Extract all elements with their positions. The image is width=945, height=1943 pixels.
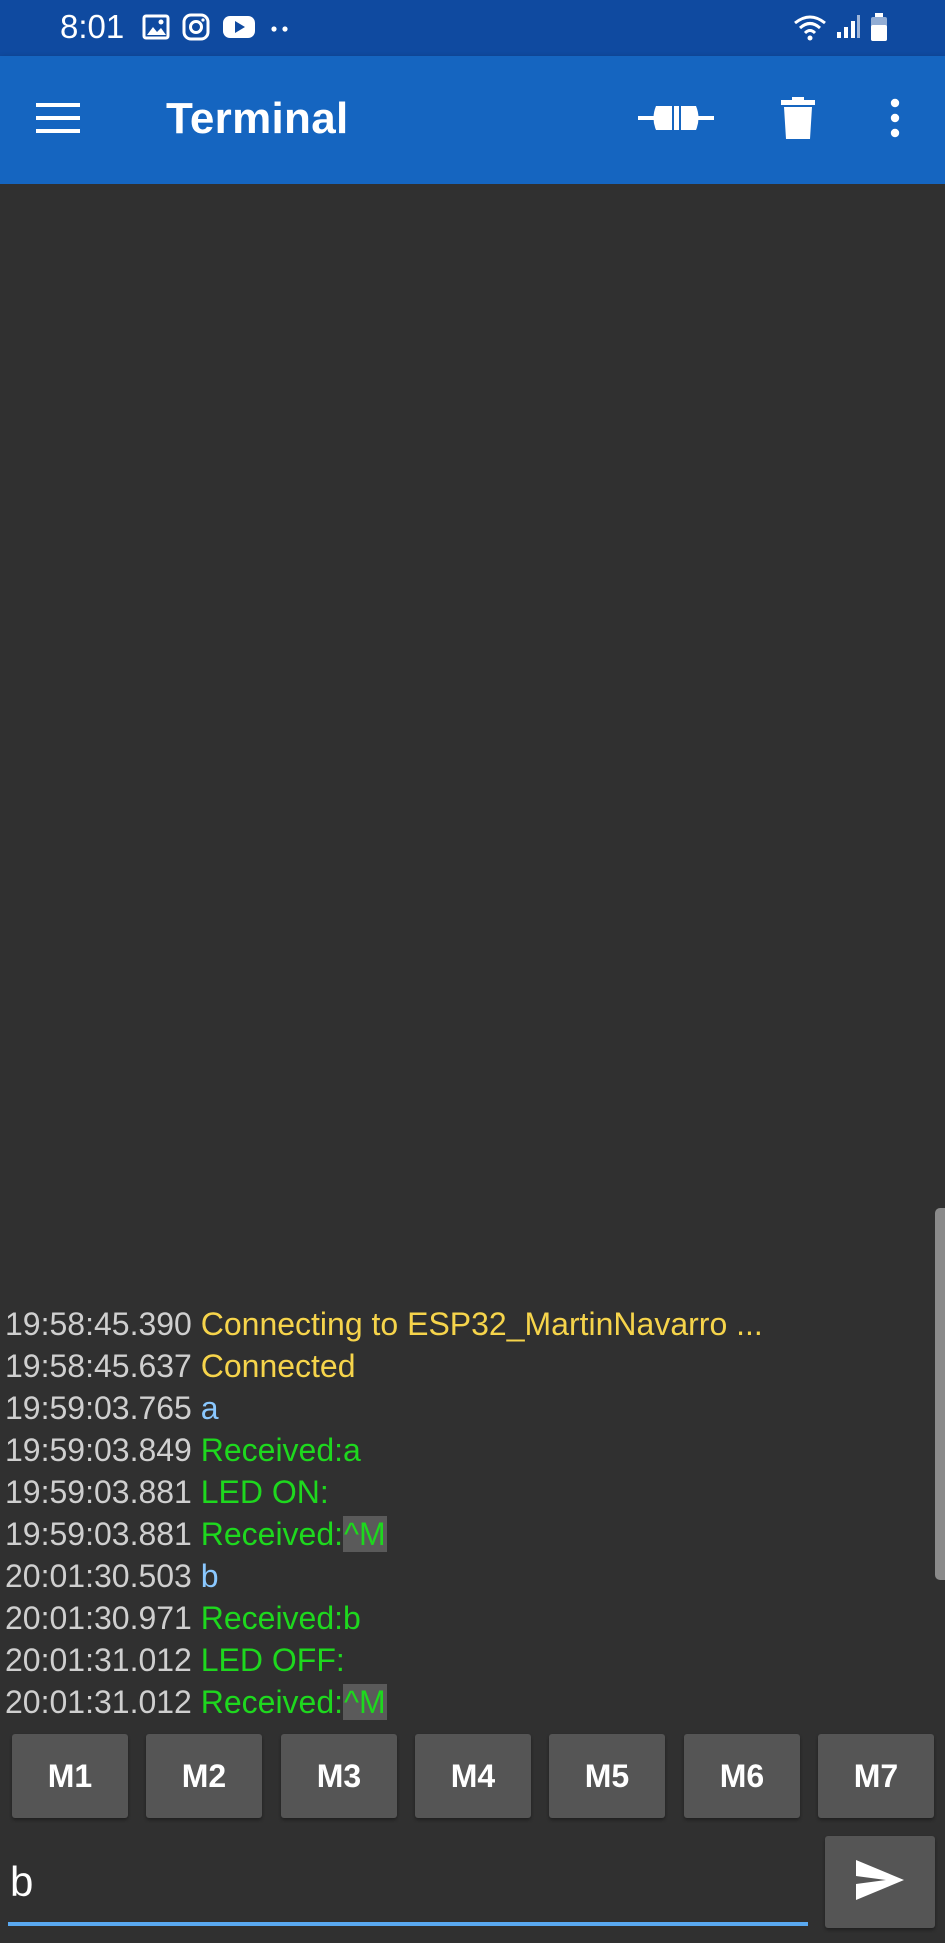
- status-bar: 8:01: [0, 0, 945, 56]
- terminal-scrollbar[interactable]: [935, 1208, 945, 1580]
- control-char-badge: ^M: [343, 1516, 387, 1552]
- status-notification-icons: [142, 13, 292, 46]
- signal-icon: [835, 14, 861, 45]
- log-line: 19:59:03.881 LED ON:: [5, 1471, 935, 1513]
- log-timestamp: 20:01:31.012: [5, 1684, 192, 1720]
- log-line: 20:01:30.971 Received:b: [5, 1597, 935, 1639]
- log-timestamp: 19:58:45.637: [5, 1348, 192, 1384]
- terminal-log: 19:58:45.390 Connecting to ESP32_MartinN…: [5, 1303, 935, 1723]
- log-message: Received:: [200, 1516, 344, 1552]
- log-timestamp: 19:59:03.881: [5, 1474, 192, 1510]
- macro-button-m1[interactable]: M1: [12, 1734, 128, 1818]
- overflow-menu-button[interactable]: [870, 86, 920, 154]
- log-message: Connected: [200, 1348, 356, 1384]
- send-button[interactable]: [825, 1836, 935, 1928]
- battery-icon: [869, 12, 889, 47]
- send-icon: [854, 1858, 906, 1907]
- log-line: 19:59:03.881 Received:^M: [5, 1513, 935, 1555]
- log-message: Received:b: [200, 1600, 361, 1636]
- log-timestamp: 19:59:03.881: [5, 1516, 192, 1552]
- send-input-container: [8, 1842, 808, 1926]
- macro-button-m5[interactable]: M5: [549, 1734, 665, 1818]
- log-line: 19:58:45.637 Connected: [5, 1345, 935, 1387]
- log-message: LED ON:: [200, 1474, 329, 1510]
- overflow-menu-icon: [889, 98, 901, 143]
- youtube-icon: [222, 15, 256, 44]
- send-input[interactable]: [8, 1842, 808, 1922]
- log-message: Received:: [200, 1684, 344, 1720]
- log-timestamp: 20:01:31.012: [5, 1642, 192, 1678]
- log-timestamp: 19:58:45.390: [5, 1306, 192, 1342]
- macro-button-m7[interactable]: M7: [818, 1734, 934, 1818]
- log-line: 19:58:45.390 Connecting to ESP32_MartinN…: [5, 1303, 935, 1345]
- log-timestamp: 19:59:03.849: [5, 1432, 192, 1468]
- image-icon: [142, 14, 170, 45]
- macro-button-m4[interactable]: M4: [415, 1734, 531, 1818]
- log-timestamp: 20:01:30.503: [5, 1558, 192, 1594]
- macro-button-m2[interactable]: M2: [146, 1734, 262, 1818]
- page-title: Terminal: [166, 94, 349, 143]
- log-line: 19:59:03.765 a: [5, 1387, 935, 1429]
- app-bar: Terminal: [0, 56, 945, 184]
- trash-icon: [781, 96, 815, 144]
- macro-button-m3[interactable]: M3: [281, 1734, 397, 1818]
- menu-button[interactable]: [30, 92, 86, 148]
- menu-icon: [35, 101, 81, 140]
- log-message: Connecting to ESP32_MartinNavarro ...: [200, 1306, 763, 1342]
- clear-terminal-button[interactable]: [768, 86, 828, 154]
- log-timestamp: 19:59:03.765: [5, 1390, 192, 1426]
- control-char-badge: ^M: [343, 1684, 387, 1720]
- macro-button-m6[interactable]: M6: [684, 1734, 800, 1818]
- log-line: 20:01:30.503 b: [5, 1555, 935, 1597]
- instagram-icon: [182, 13, 210, 46]
- connect-plug-icon: [638, 98, 714, 143]
- more-dots-icon: [268, 21, 292, 39]
- log-message: LED OFF:: [200, 1642, 345, 1678]
- input-underline: [8, 1922, 808, 1926]
- log-message: Received:a: [200, 1432, 361, 1468]
- status-time: 8:01: [60, 8, 125, 45]
- log-line: 19:59:03.849 Received:a: [5, 1429, 935, 1471]
- log-timestamp: 20:01:30.971: [5, 1600, 192, 1636]
- wifi-icon: [793, 13, 827, 46]
- log-message: a: [200, 1390, 219, 1426]
- status-system-icons: [793, 12, 889, 47]
- log-message: b: [200, 1558, 219, 1594]
- log-line: 20:01:31.012 LED OFF:: [5, 1639, 935, 1681]
- macro-button-row: M1 M2 M3 M4 M5 M6 M7: [12, 1734, 936, 1818]
- connect-button[interactable]: [636, 86, 716, 154]
- log-line: 20:01:31.012 Received:^M: [5, 1681, 935, 1723]
